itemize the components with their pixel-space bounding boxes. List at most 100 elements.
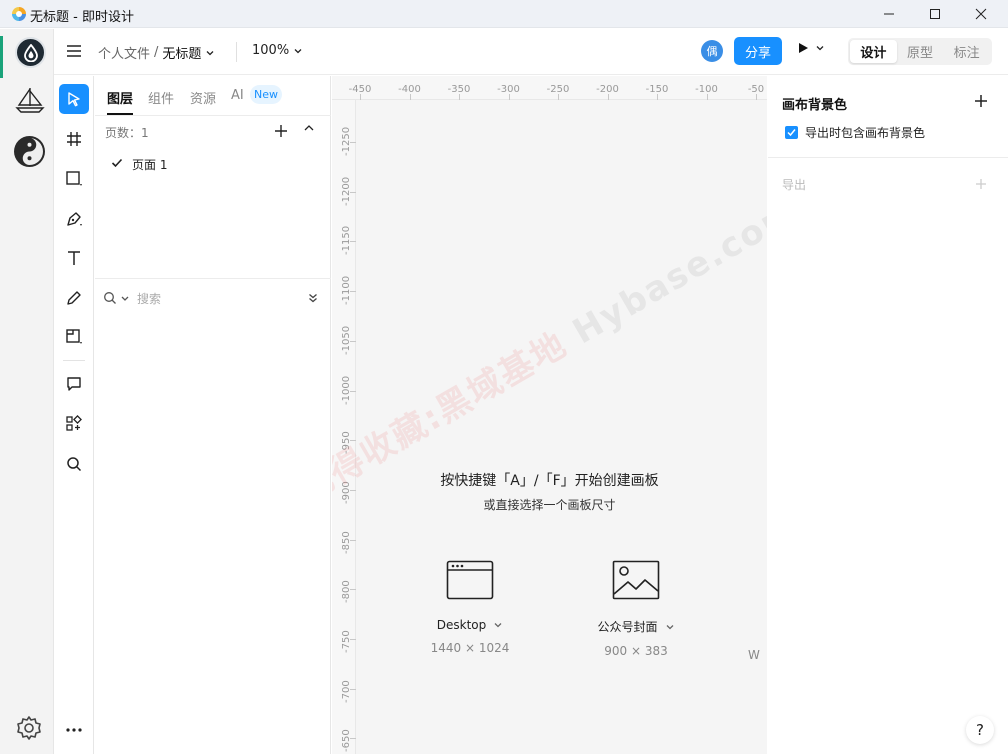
new-badge: New [250, 85, 282, 104]
settings-gear-icon[interactable] [15, 714, 43, 742]
preset-wechat-cover[interactable]: 公众号封面 900 × 383 [561, 560, 711, 658]
close-window-button[interactable] [958, 0, 1004, 28]
pencil-tool-button[interactable] [59, 283, 89, 313]
ruler-label: -800 [341, 580, 352, 604]
preset-name: Desktop [436, 618, 487, 632]
export-title: 导出 [782, 178, 807, 192]
slice-icon [66, 329, 82, 344]
title-bar [0, 0, 1008, 28]
yinyang-glyph-icon [22, 138, 43, 165]
empty-canvas-subtitle: 或直接选择一个画板尺寸 [483, 498, 616, 512]
maximize-button[interactable] [912, 0, 958, 28]
tab-ai[interactable]: AI [231, 88, 244, 103]
ruler-tick [350, 191, 356, 193]
hamburger-menu-icon[interactable] [66, 44, 82, 58]
share-button[interactable]: 分享 [734, 37, 782, 65]
tool-bar [54, 76, 94, 754]
chevron-down-icon[interactable] [205, 48, 215, 58]
pencil-icon [67, 291, 81, 305]
chevron-up-icon[interactable] [303, 122, 315, 134]
page-count: 页数：1 [105, 126, 149, 140]
ruler-tick [508, 94, 510, 100]
pointer-arrow-icon [68, 92, 80, 107]
vertical-ruler: -1250 -1200 -1150 -1100 -1050 -1000 -950 -900 -8… [332, 100, 356, 754]
breadcrumb-separator: / [154, 45, 159, 60]
user-avatar[interactable]: 偶 [701, 40, 723, 62]
frame-tool-button[interactable] [59, 124, 89, 154]
comment-tool-button[interactable] [59, 369, 89, 399]
search-tool-button[interactable] [59, 449, 89, 479]
more-button[interactable] [59, 715, 89, 745]
breadcrumb-parent[interactable]: 个人文件 [98, 43, 150, 62]
chevron-down-icon[interactable] [493, 620, 503, 630]
panel-tabs: 图层 组件 资源 AI New [95, 76, 331, 116]
chevron-down-icon[interactable] [665, 622, 675, 632]
rectangle-tool-button[interactable] [59, 164, 89, 194]
file-name[interactable]: 无标题 [162, 43, 201, 62]
layer-search[interactable]: 搜索 [103, 290, 323, 310]
sailboat-plugin-icon[interactable] [14, 86, 46, 114]
empty-canvas-title: 按快捷键「A」/「F」开始创建画板 [440, 473, 659, 489]
page-name: 页面 1 [132, 158, 168, 172]
canvas-background-title: 画布背景色 [782, 98, 848, 113]
chevron-down-icon [816, 46, 824, 51]
mode-switcher: 设计 原型 标注 [848, 38, 992, 65]
ruler-tick [350, 738, 356, 740]
ruler-tick [350, 539, 356, 541]
watermark-en: Hybase.com [566, 190, 767, 353]
plugins-button[interactable] [59, 409, 89, 439]
preset-desktop[interactable]: Desktop 1440 × 1024 [395, 560, 545, 655]
slice-tool-button[interactable] [59, 322, 89, 352]
play-icon [799, 43, 808, 53]
watermark: 记得收藏:黑域基地 Hybase.com [332, 189, 767, 511]
home-logo-button[interactable] [15, 37, 46, 68]
app-logo-icon [12, 7, 26, 21]
search-input[interactable]: 搜索 [137, 290, 161, 307]
chevron-down-icon[interactable] [120, 294, 130, 304]
tab-prototype[interactable]: 原型 [897, 40, 944, 63]
ruler-tick [350, 241, 356, 243]
text-tool-button[interactable] [59, 243, 89, 273]
add-icon[interactable] [974, 94, 988, 108]
panel-divider [95, 278, 331, 279]
properties-panel: 画布背景色 导出时包含画布背景色 导出 ? [768, 76, 1008, 754]
zoom-dropdown[interactable]: 100% [252, 43, 303, 58]
horizontal-ruler: -450 -400 -350 -300 -250 -200 -150 -100 -50 [332, 76, 767, 100]
ruler-tick [350, 639, 356, 640]
close-icon [975, 8, 987, 20]
tab-annotate[interactable]: 标注 [943, 40, 990, 63]
page-list-item[interactable]: 页面 1 [95, 153, 331, 175]
ruler-tick [350, 142, 356, 143]
tab-layers[interactable]: 图层 [107, 88, 133, 107]
add-page-icon[interactable] [274, 124, 288, 138]
browser-window-icon [446, 560, 494, 600]
ruler-tick [706, 94, 708, 100]
ruler-tick [350, 688, 356, 690]
rail-active-indicator [0, 36, 3, 78]
yinyang-plugin-icon[interactable] [14, 136, 45, 167]
move-tool-button[interactable] [59, 84, 89, 114]
present-button[interactable] [798, 42, 825, 54]
ruler-tick [409, 94, 411, 100]
drop-logo-icon [24, 44, 38, 62]
ruler-tick [607, 94, 609, 100]
tab-components[interactable]: 组件 [148, 88, 174, 107]
ruler-tick [459, 94, 460, 100]
ruler-tick [350, 489, 356, 491]
double-chevron-down-icon[interactable] [307, 292, 319, 304]
ruler-label: -700 [341, 679, 352, 703]
minimize-button[interactable] [866, 0, 912, 28]
pen-tool-button[interactable] [59, 204, 89, 234]
active-tab-underline [107, 113, 133, 115]
tab-design[interactable]: 设计 [850, 40, 897, 63]
tab-assets[interactable]: 资源 [190, 88, 216, 107]
ruler-tick [350, 589, 356, 591]
ruler-tick [350, 340, 356, 342]
magnifier-icon [67, 457, 82, 472]
design-canvas[interactable]: -450 -400 -350 -300 -250 -200 -150 -100 -50 -125… [332, 76, 767, 754]
checkmark-icon [111, 158, 123, 168]
include-background-checkbox[interactable] [785, 126, 798, 139]
add-export-icon[interactable] [975, 178, 987, 190]
chevron-down-icon [294, 48, 302, 53]
help-button[interactable]: ? [966, 716, 994, 744]
